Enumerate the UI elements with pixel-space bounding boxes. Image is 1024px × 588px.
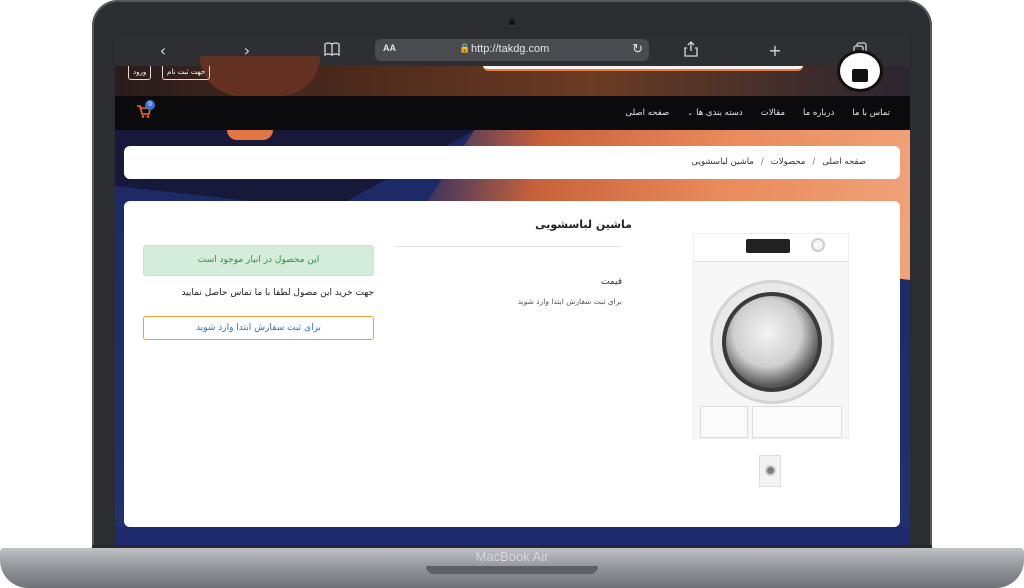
main-menu: 0 صفحه اصلی دسته بندی ها⌄ مقالات درباره … bbox=[115, 96, 910, 130]
laptop-notch bbox=[426, 566, 598, 574]
background-accent-shape bbox=[227, 130, 273, 140]
menu-item-contact[interactable]: تماس با ما bbox=[852, 108, 890, 118]
product-thumbnail[interactable] bbox=[759, 455, 781, 487]
text-size-button[interactable]: AA bbox=[383, 43, 396, 53]
contact-note: جهت خرید این مصول لطفا با ما تماس حاصل ن… bbox=[181, 288, 374, 298]
breadcrumb-products[interactable]: محصولات bbox=[771, 157, 806, 167]
product-image[interactable] bbox=[693, 233, 849, 439]
price-label: قیمت bbox=[600, 277, 622, 287]
reload-icon[interactable]: ↻ bbox=[632, 41, 643, 57]
breadcrumb-separator: / bbox=[812, 157, 816, 167]
menu-item-categories-label: دسته بندی ها bbox=[696, 108, 743, 118]
title-divider bbox=[394, 246, 622, 247]
cart-badge: 0 bbox=[145, 100, 155, 110]
screen: ‹ › AA 🔒 http://takdg.com ↻ + ورود جهت ث… bbox=[115, 35, 910, 545]
breadcrumb-current: ماشین لباسشویی bbox=[691, 157, 754, 167]
login-button[interactable]: ورود bbox=[128, 66, 152, 80]
book-icon[interactable] bbox=[322, 41, 342, 61]
header-banner: ورود جهت ثبت نام bbox=[115, 50, 910, 96]
stock-status-alert: این محصول در انبار موجود است bbox=[143, 245, 374, 276]
menu-item-home[interactable]: صفحه اصلی bbox=[626, 108, 670, 118]
washer-drawer bbox=[700, 406, 748, 438]
thumbnail-door bbox=[765, 465, 776, 476]
site-logo[interactable] bbox=[837, 50, 883, 92]
washer-door-rim bbox=[710, 280, 834, 404]
cart-icon[interactable]: 0 bbox=[137, 100, 155, 121]
share-icon[interactable] bbox=[681, 41, 701, 61]
order-login-button[interactable]: برای ثبت سفارش ابتدا وارد شوید bbox=[143, 316, 374, 340]
register-button[interactable]: جهت ثبت نام bbox=[162, 66, 211, 80]
menu-items: صفحه اصلی دسته بندی ها⌄ مقالات درباره ما… bbox=[626, 96, 890, 130]
breadcrumb-card: صفحه اصلی / محصولات / ماشین لباسشویی bbox=[124, 146, 900, 179]
url-text: http://takdg.com bbox=[471, 43, 550, 55]
breadcrumb: صفحه اصلی / محصولات / ماشین لباسشویی bbox=[692, 157, 866, 167]
camera-dot bbox=[509, 19, 515, 25]
menu-item-articles[interactable]: مقالات bbox=[761, 108, 785, 118]
washer-door bbox=[722, 292, 822, 392]
chevron-down-icon: ⌄ bbox=[687, 109, 694, 117]
chevron-left-icon[interactable]: ‹ bbox=[153, 41, 173, 61]
washer-drawer bbox=[752, 406, 842, 438]
washer-control-panel bbox=[694, 234, 848, 262]
menu-item-about[interactable]: درباره ما bbox=[803, 108, 834, 118]
phone-icon bbox=[852, 69, 868, 82]
page-footer-band bbox=[115, 527, 910, 545]
menu-item-categories[interactable]: دسته بندی ها⌄ bbox=[687, 108, 742, 118]
washer-display bbox=[746, 239, 790, 253]
web-page: ورود جهت ثبت نام 0 صفحه اصلی دسته بندی ه… bbox=[115, 50, 910, 545]
lock-icon: 🔒 bbox=[459, 43, 471, 53]
breadcrumb-separator: / bbox=[760, 157, 764, 167]
device-label: MacBook Air bbox=[475, 549, 549, 564]
banner-shape bbox=[200, 56, 320, 96]
url-field[interactable]: AA 🔒 http://takdg.com ↻ bbox=[375, 39, 649, 61]
washer-dial bbox=[811, 238, 825, 252]
plus-icon[interactable]: + bbox=[765, 41, 785, 61]
header-search-box[interactable] bbox=[483, 66, 803, 71]
product-title: ماشین لباسشویی bbox=[535, 218, 632, 231]
price-note: برای ثبت سفارش ابتدا وارد شوید bbox=[517, 297, 622, 306]
product-card: ماشین لباسشویی قیمت برای ثبت سفارش ابتدا… bbox=[124, 201, 900, 527]
breadcrumb-home[interactable]: صفحه اصلی bbox=[822, 157, 866, 167]
